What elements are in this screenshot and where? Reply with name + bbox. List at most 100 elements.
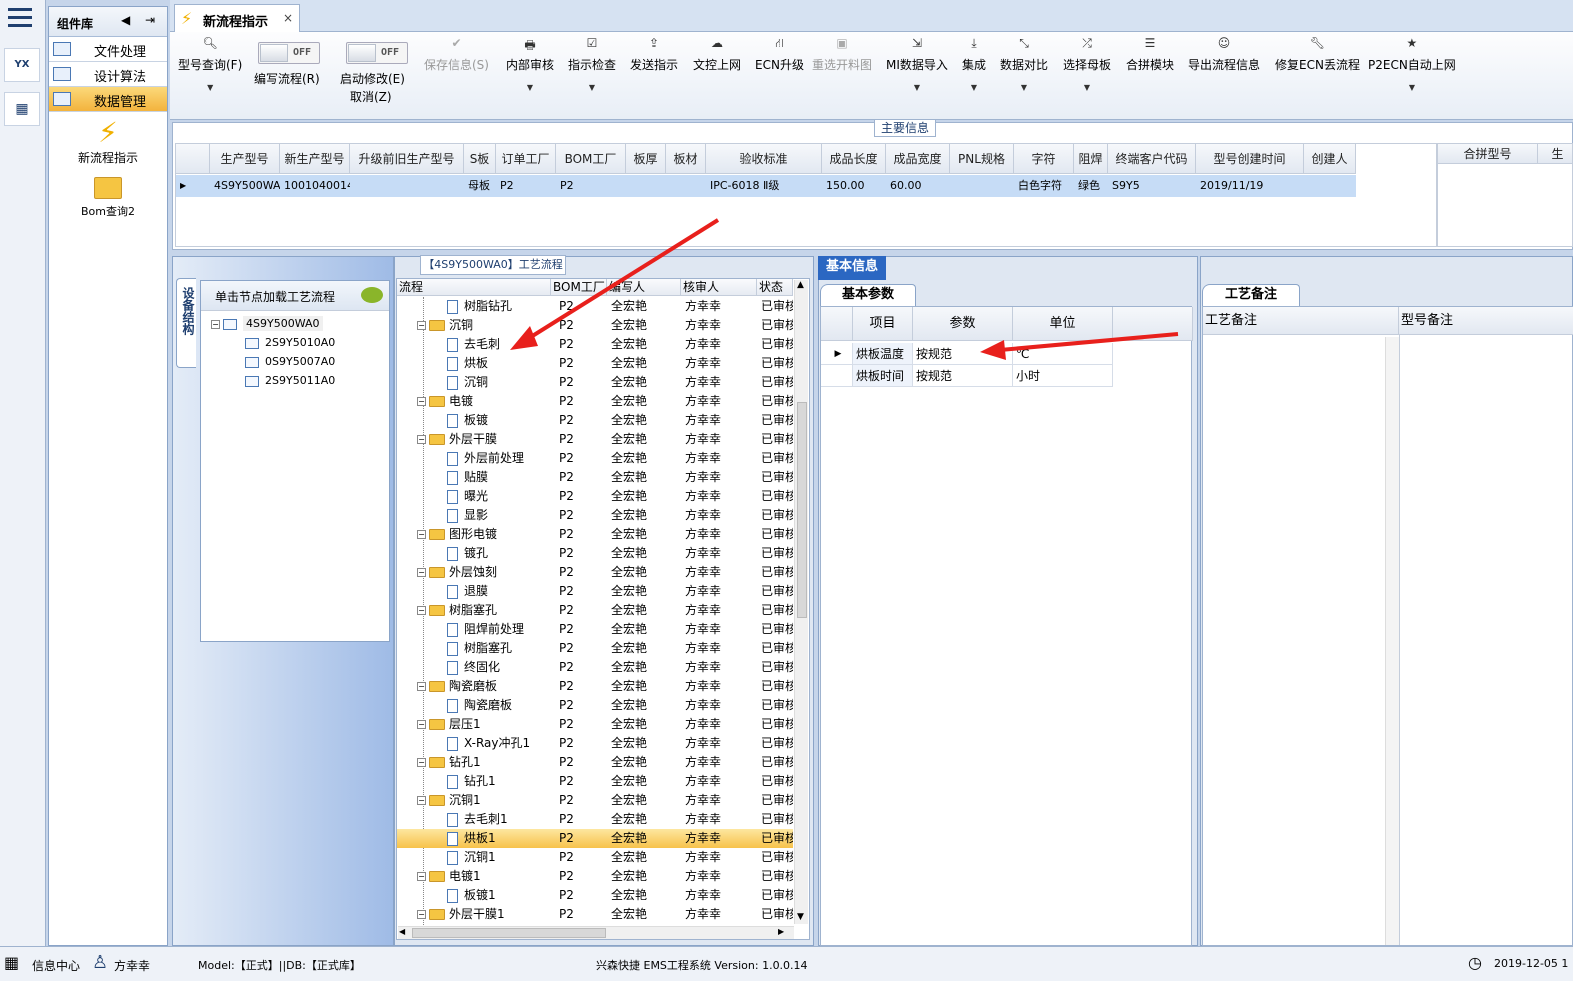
- col-header-unit[interactable]: 单位: [1013, 307, 1113, 341]
- process-row[interactable]: 树脂塞孔 P2 全宏艳 方幸幸 已审核: [397, 639, 793, 658]
- col-header-param[interactable]: 参数: [913, 307, 1013, 341]
- collapse-icon[interactable]: −: [417, 872, 426, 881]
- main-cell[interactable]: 60.00: [886, 175, 950, 197]
- mi-import-button[interactable]: ⇲ MI数据导入 ▼: [886, 36, 948, 92]
- internal-review-button[interactable]: 🖶 内部审核 ▼: [506, 36, 554, 92]
- main-col-header[interactable]: 成品长度: [822, 144, 886, 174]
- nav-item-design[interactable]: 设计算法: [49, 62, 167, 87]
- save-info-button[interactable]: ✔ 保存信息(S): [424, 36, 489, 73]
- main-col-header[interactable]: 生产型号: [210, 144, 280, 174]
- repair-ecn-button[interactable]: 🔧︎ 修复ECN丢流程: [1275, 36, 1360, 73]
- main-cell[interactable]: IPC-6018 Ⅱ级: [706, 175, 822, 197]
- process-row[interactable]: 去毛刺1 P2 全宏艳 方幸幸 已审核: [397, 810, 793, 829]
- p2ecn-auto-upload-button[interactable]: ★ P2ECN自动上网 ▼: [1368, 36, 1456, 92]
- param-unit[interactable]: ℃: [1013, 343, 1113, 365]
- reselect-cutting-button[interactable]: ▣ 重选开料图: [812, 36, 872, 73]
- process-row[interactable]: − 树脂塞孔 P2 全宏艳 方幸幸 已审核: [397, 601, 793, 620]
- main-cell[interactable]: P2: [496, 175, 556, 197]
- chevron-down-icon[interactable]: ▼: [506, 83, 554, 92]
- chat-bubble-icon[interactable]: [361, 287, 383, 303]
- process-horizontal-scrollbar[interactable]: ◀ ▶: [398, 926, 794, 939]
- main-cell[interactable]: P2: [556, 175, 626, 197]
- tree-node[interactable]: 2S9Y5011A0: [245, 374, 335, 387]
- merge-col-header[interactable]: 合拼型号: [1438, 144, 1538, 164]
- integrate-button[interactable]: ⤓ 集成 ▼: [962, 36, 986, 92]
- process-row[interactable]: 树脂钻孔 P2 全宏艳 方幸幸 已审核: [397, 297, 793, 316]
- tab-basic-params[interactable]: 基本参数: [820, 284, 916, 306]
- main-cell[interactable]: 4S9Y500WA0: [210, 175, 280, 197]
- process-col-header[interactable]: 状态: [757, 279, 793, 296]
- main-cell[interactable]: 10010400143788: [280, 175, 350, 197]
- select-mother-board-button[interactable]: ⤮ 选择母板 ▼: [1063, 36, 1111, 92]
- collapse-icon[interactable]: −: [417, 530, 426, 539]
- process-row[interactable]: 去毛刺 P2 全宏艳 方幸幸 已审核: [397, 335, 793, 354]
- process-row[interactable]: − 沉铜 P2 全宏艳 方幸幸 已审核: [397, 316, 793, 335]
- collapse-icon[interactable]: −: [417, 606, 426, 615]
- process-row[interactable]: − 层压1 P2 全宏艳 方幸幸 已审核: [397, 715, 793, 734]
- main-col-header[interactable]: S板: [464, 144, 496, 174]
- nav-item-data[interactable]: 数据管理: [49, 87, 167, 112]
- merge-module-button[interactable]: ☰ 合拼模块: [1126, 36, 1174, 73]
- chevron-down-icon[interactable]: ▼: [1368, 83, 1456, 92]
- collapse-icon[interactable]: −: [417, 682, 426, 691]
- collapse-icon[interactable]: −: [211, 319, 220, 329]
- main-cell[interactable]: [666, 175, 706, 197]
- process-col-header[interactable]: BOM工厂: [551, 279, 607, 296]
- start-edit-toggle[interactable]: OFF: [346, 42, 408, 64]
- nav-item-file[interactable]: 文件处理: [49, 37, 167, 62]
- factory-icon[interactable]: YX: [4, 48, 40, 82]
- main-col-header[interactable]: 阻焊: [1074, 144, 1108, 174]
- scroll-left-icon[interactable]: ◀: [399, 927, 405, 936]
- param-value[interactable]: 按规范: [913, 343, 1013, 365]
- tree-node[interactable]: 2S9Y5010A0: [245, 336, 335, 349]
- process-row[interactable]: − 图形电镀 P2 全宏艳 方幸幸 已审核: [397, 525, 793, 544]
- main-cell[interactable]: [1304, 175, 1356, 197]
- chevron-down-icon[interactable]: ▼: [178, 83, 242, 92]
- main-cell[interactable]: [350, 175, 464, 197]
- device-structure-tab[interactable]: 设备结构: [176, 278, 196, 368]
- main-col-header[interactable]: 型号创建时间: [1196, 144, 1304, 174]
- data-compare-button[interactable]: ⤡ 数据对比 ▼: [1000, 36, 1048, 92]
- process-row[interactable]: 板镀1 P2 全宏艳 方幸幸 已审核: [397, 886, 793, 905]
- cancel-button[interactable]: 取消(Z): [350, 88, 392, 105]
- process-row[interactable]: − 电镀 P2 全宏艳 方幸幸 已审核: [397, 392, 793, 411]
- collapse-icon[interactable]: −: [417, 910, 426, 919]
- main-col-header[interactable]: 字符: [1014, 144, 1074, 174]
- main-cell[interactable]: 白色字符: [1014, 175, 1074, 197]
- main-cell[interactable]: 母板: [464, 175, 496, 197]
- main-col-header[interactable]: 升级前旧生产型号: [350, 144, 464, 174]
- process-row[interactable]: 烘板 P2 全宏艳 方幸幸 已审核: [397, 354, 793, 373]
- tab-basic-info[interactable]: 基本信息: [818, 256, 886, 280]
- main-col-header[interactable]: 新生产型号: [280, 144, 350, 174]
- export-process-button[interactable]: ☺ 导出流程信息: [1188, 36, 1260, 73]
- main-cell[interactable]: S9Y5: [1108, 175, 1196, 197]
- process-col-header[interactable]: 流程: [397, 279, 551, 296]
- process-row[interactable]: 沉铜 P2 全宏艳 方幸幸 已审核: [397, 373, 793, 392]
- collapse-icon[interactable]: −: [417, 758, 426, 767]
- process-row[interactable]: 陶瓷磨板 P2 全宏艳 方幸幸 已审核: [397, 696, 793, 715]
- param-item[interactable]: 烘板时间: [853, 365, 913, 387]
- calculator-icon[interactable]: ▦: [4, 92, 40, 126]
- collapse-icon[interactable]: −: [417, 435, 426, 444]
- process-col-header[interactable]: 核审人: [681, 279, 757, 296]
- main-col-header[interactable]: 成品宽度: [886, 144, 950, 174]
- process-row[interactable]: 曝光 P2 全宏艳 方幸幸 已审核: [397, 487, 793, 506]
- main-col-header[interactable]: 创建人: [1304, 144, 1356, 174]
- grid-icon[interactable]: ▦: [4, 953, 19, 972]
- collapse-left-icon[interactable]: ◀: [121, 13, 130, 27]
- tab-process-remarks[interactable]: 工艺备注: [1202, 284, 1300, 306]
- collapse-icon[interactable]: −: [417, 397, 426, 406]
- main-cell[interactable]: 绿色: [1074, 175, 1108, 197]
- main-col-header[interactable]: 板厚: [626, 144, 666, 174]
- process-row[interactable]: − 沉铜1 P2 全宏艳 方幸幸 已审核: [397, 791, 793, 810]
- pin-icon[interactable]: ⇥: [145, 13, 155, 27]
- new-process-item[interactable]: ⚡ 新流程指示: [49, 117, 167, 166]
- param-value[interactable]: 按规范: [913, 365, 1013, 387]
- process-row[interactable]: − 外层干膜 P2 全宏艳 方幸幸 已审核: [397, 430, 793, 449]
- main-cell[interactable]: [626, 175, 666, 197]
- chevron-down-icon[interactable]: ▼: [1063, 83, 1111, 92]
- main-col-header[interactable]: BOM工厂: [556, 144, 626, 174]
- param-item[interactable]: 烘板温度: [853, 343, 913, 365]
- collapse-icon[interactable]: −: [417, 796, 426, 805]
- process-row[interactable]: − 陶瓷磨板 P2 全宏艳 方幸幸 已审核: [397, 677, 793, 696]
